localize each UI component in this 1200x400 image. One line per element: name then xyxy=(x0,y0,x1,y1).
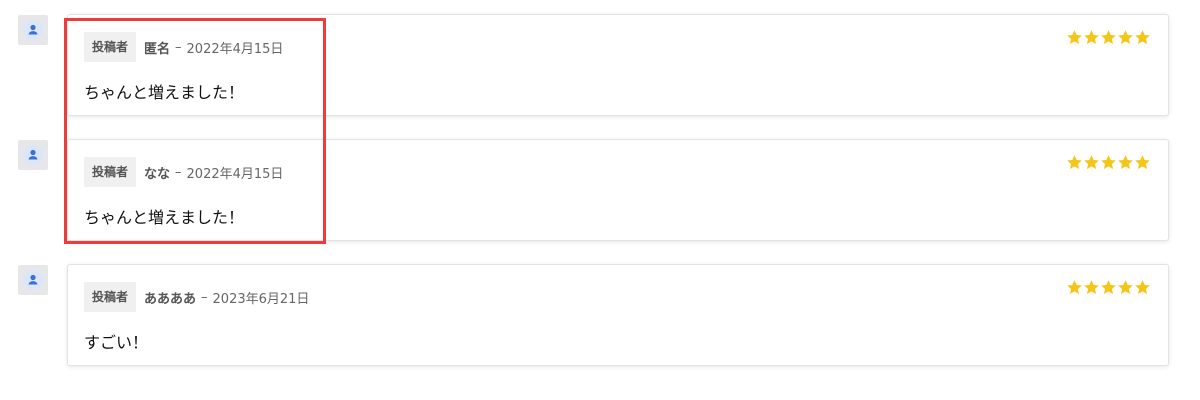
star-icon xyxy=(1084,155,1099,170)
reviewer-badge: 投稿者 xyxy=(84,282,137,312)
review-card: 投稿者 ああああ – 2023年6月21日 すごい！ xyxy=(67,264,1169,366)
star-rating xyxy=(1066,279,1151,296)
review-date: 2022年4月15日 xyxy=(186,166,284,182)
star-icon xyxy=(1067,280,1082,295)
review-author: ああああ xyxy=(144,291,197,307)
star-icon xyxy=(1084,280,1099,295)
review-meta: 投稿者 なな – 2022年4月15日 xyxy=(84,157,283,187)
review-list: 投稿者 匿名 – 2022年4月15日 ちゃんと増えました！ 投稿者 なな – … xyxy=(0,0,1200,400)
reviewer-badge: 投稿者 xyxy=(84,32,137,62)
star-icon xyxy=(1135,155,1150,170)
meta-separator: – xyxy=(175,164,182,180)
star-icon xyxy=(1101,30,1116,45)
star-icon xyxy=(1118,30,1133,45)
star-icon xyxy=(1135,280,1150,295)
review-text: ちゃんと増えました！ xyxy=(84,83,245,102)
user-avatar-icon xyxy=(18,140,48,170)
review-author: なな xyxy=(144,166,171,182)
review-card: 投稿者 匿名 – 2022年4月15日 ちゃんと増えました！ xyxy=(67,14,1169,116)
star-icon xyxy=(1118,155,1133,170)
meta-separator: – xyxy=(201,289,208,305)
review-meta: 投稿者 匿名 – 2022年4月15日 xyxy=(84,32,283,62)
user-avatar-icon xyxy=(18,265,48,295)
star-icon xyxy=(1101,155,1116,170)
meta-separator: – xyxy=(175,39,182,55)
review-author: 匿名 xyxy=(144,41,171,57)
review-text: ちゃんと増えました！ xyxy=(84,208,245,227)
review-item: 投稿者 なな – 2022年4月15日 ちゃんと増えました！ xyxy=(0,125,1200,241)
star-rating xyxy=(1066,29,1151,46)
star-icon xyxy=(1135,30,1150,45)
star-icon xyxy=(1067,155,1082,170)
user-avatar-icon xyxy=(18,15,48,45)
review-date: 2022年4月15日 xyxy=(186,41,284,57)
reviewer-badge: 投稿者 xyxy=(84,157,137,187)
star-icon xyxy=(1118,280,1133,295)
review-item: 投稿者 匿名 – 2022年4月15日 ちゃんと増えました！ xyxy=(0,0,1200,116)
star-icon xyxy=(1084,30,1099,45)
review-date: 2023年6月21日 xyxy=(212,291,310,307)
star-icon xyxy=(1067,30,1082,45)
review-item: 投稿者 ああああ – 2023年6月21日 すごい！ xyxy=(0,250,1200,366)
star-rating xyxy=(1066,154,1151,171)
review-meta: 投稿者 ああああ – 2023年6月21日 xyxy=(84,282,309,312)
review-card: 投稿者 なな – 2022年4月15日 ちゃんと増えました！ xyxy=(67,139,1169,241)
star-icon xyxy=(1101,280,1116,295)
review-text: すごい！ xyxy=(84,333,149,352)
